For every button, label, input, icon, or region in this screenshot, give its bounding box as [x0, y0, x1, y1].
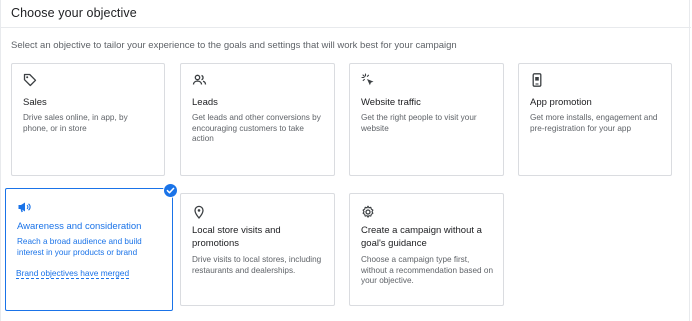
objective-title: App promotion — [530, 97, 592, 108]
tag-icon — [23, 73, 37, 87]
panel-header: Choose your objective — [1, 0, 691, 28]
objective-title: Website traffic — [361, 97, 421, 108]
objective-card-local-store[interactable]: Local store visits and promotions Drive … — [180, 193, 335, 306]
objective-description: Drive sales online, in app, by phone, or… — [23, 113, 128, 133]
brand-objectives-merged-link[interactable]: Brand objectives have merged — [16, 268, 130, 279]
people-icon — [192, 73, 207, 87]
location-pin-icon — [192, 205, 206, 219]
objective-title: Awareness and consideration — [17, 221, 142, 232]
objective-card-awareness[interactable]: Awareness and consideration Reach a broa… — [5, 183, 178, 311]
objective-card-leads[interactable]: Leads Get leads and other conversions by… — [180, 63, 335, 176]
objective-card-sales[interactable]: Sales Drive sales online, in app, by pho… — [11, 63, 165, 176]
objective-title: Create a campaign without a goal's guida… — [361, 225, 482, 249]
page-title: Choose your objective — [11, 6, 137, 20]
objective-description: Get more installs, engagement and pre-re… — [530, 113, 658, 133]
gear-icon — [361, 205, 375, 219]
cursor-click-icon — [361, 73, 375, 87]
objective-card-app-promotion[interactable]: App promotion Get more installs, engagem… — [518, 63, 672, 176]
objective-panel: Choose your objective Select an objectiv… — [0, 0, 691, 321]
objective-description: Get leads and other conversions by encou… — [192, 113, 321, 143]
selected-check-icon — [163, 183, 178, 198]
objective-card-website-traffic[interactable]: Website traffic Get the right people to … — [349, 63, 504, 176]
phone-icon — [530, 73, 544, 87]
objective-description: Drive visits to local stores, including … — [192, 255, 322, 275]
objective-title: Sales — [23, 97, 47, 108]
objective-description: Reach a broad audience and build interes… — [17, 237, 142, 257]
page-subtitle: Select an objective to tailor your exper… — [11, 40, 457, 51]
objective-card-no-goal[interactable]: Create a campaign without a goal's guida… — [349, 193, 504, 306]
objective-title: Local store visits and promotions — [192, 225, 281, 249]
objective-description: Get the right people to visit your websi… — [361, 113, 477, 133]
objective-title: Leads — [192, 97, 218, 108]
megaphone-icon — [17, 200, 31, 214]
objective-description: Choose a campaign type first, without a … — [361, 255, 493, 285]
